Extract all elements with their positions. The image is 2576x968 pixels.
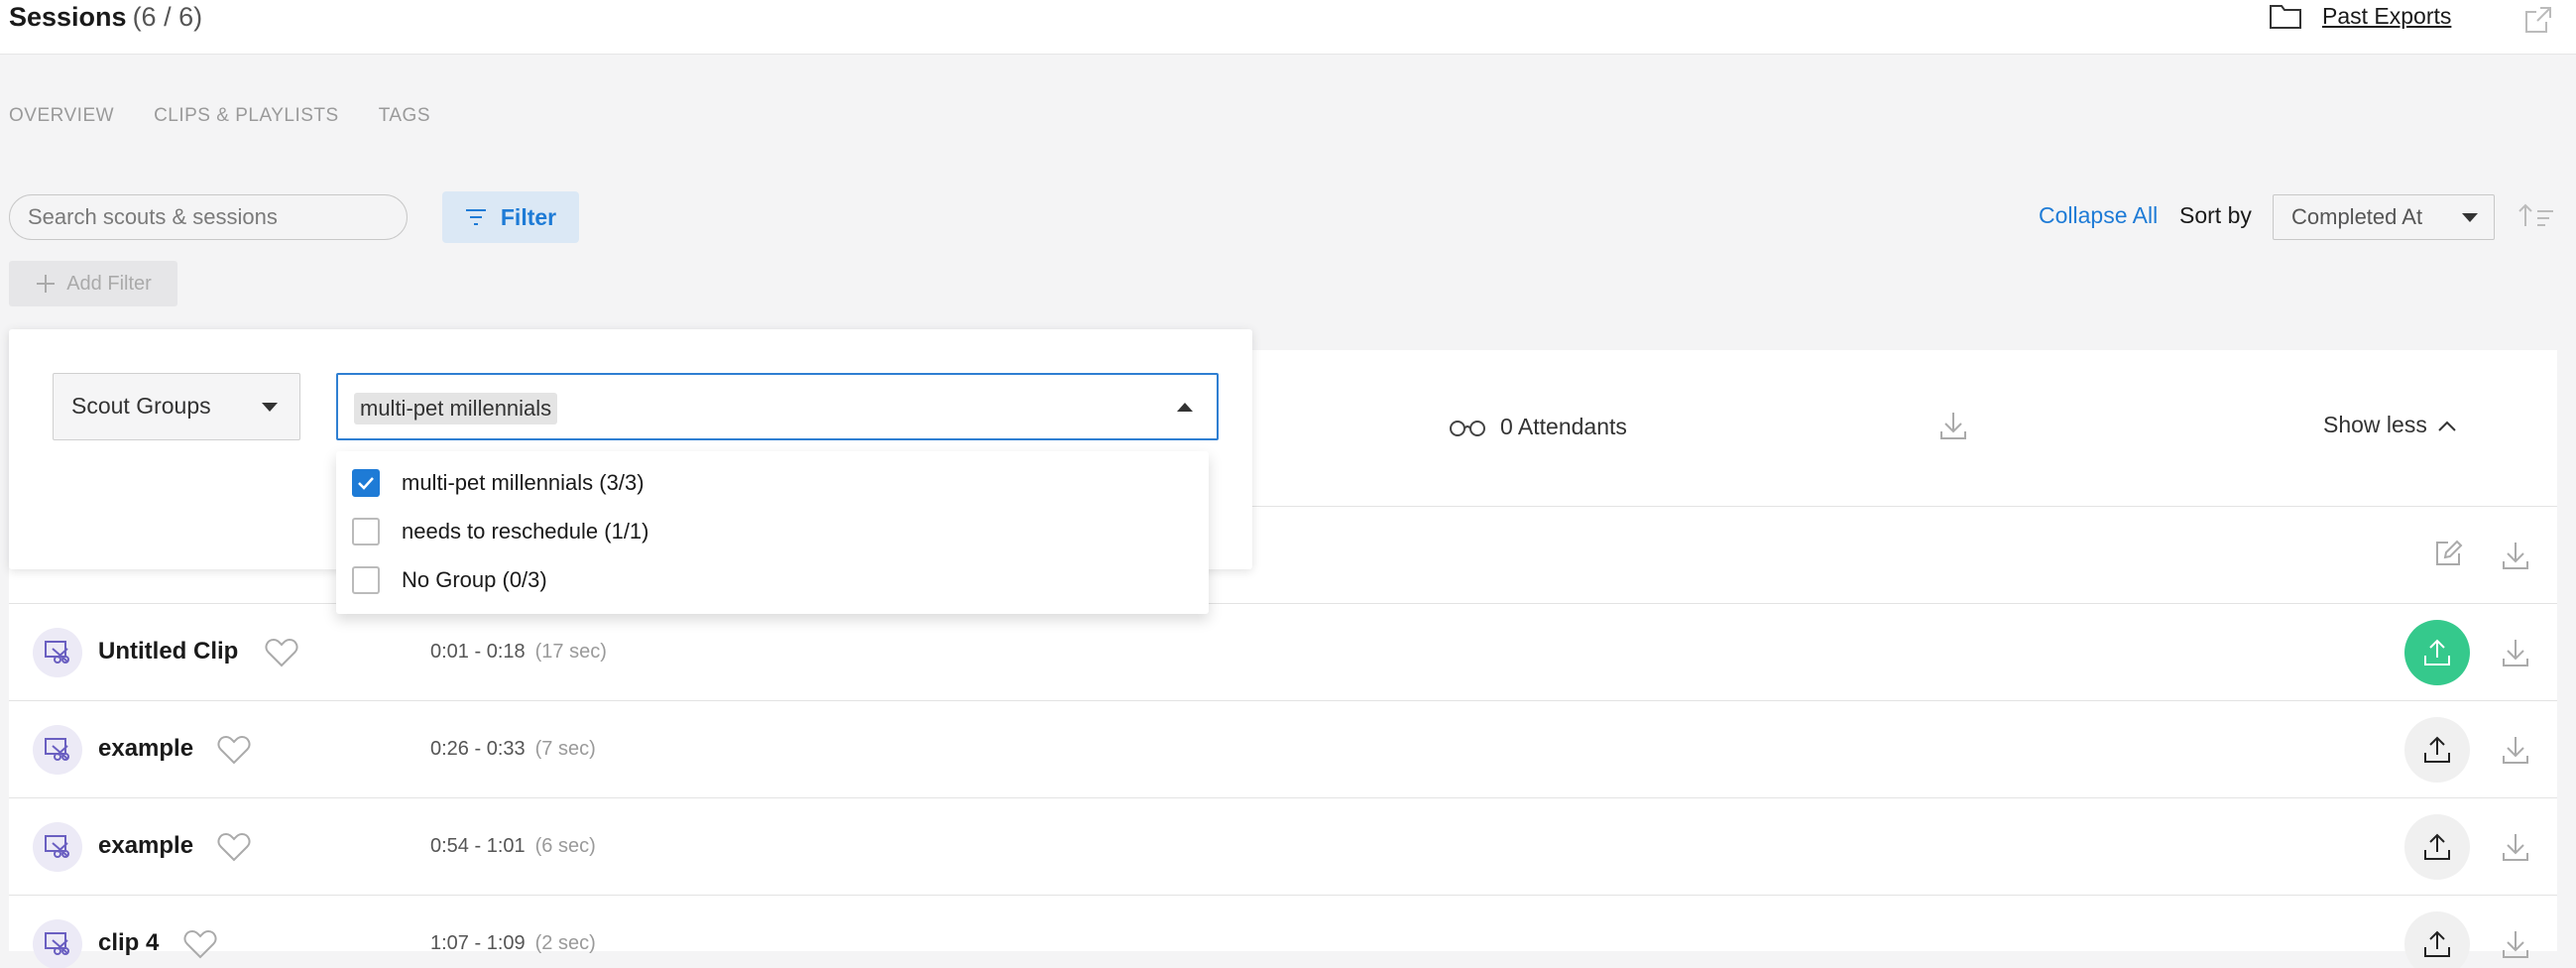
heart-icon[interactable] [217, 735, 251, 765]
search-input[interactable]: Search scouts & sessions [9, 194, 408, 240]
upload-icon [2424, 736, 2450, 763]
past-exports-label: Past Exports [2322, 2, 2452, 29]
clip-time: 0:01 - 0:18 (17 sec) [430, 641, 607, 664]
filter-option-label: multi-pet millennials (3/3) [402, 470, 644, 495]
plus-icon [37, 275, 56, 293]
chevron-down-icon [2462, 213, 2478, 222]
upload-icon [2424, 930, 2450, 957]
clip-time: 0:26 - 0:33 (7 sec) [430, 738, 596, 761]
heart-icon[interactable] [217, 832, 251, 862]
clip-icon [33, 725, 82, 775]
upload-button[interactable] [2404, 717, 2470, 783]
download-icon[interactable] [2501, 734, 2530, 771]
clip-row[interactable]: example 0:54 - 1:01 (6 sec) [9, 798, 2557, 896]
filter-icon [465, 209, 486, 225]
sort-direction-icon[interactable] [2517, 202, 2556, 228]
upload-icon [2424, 639, 2450, 666]
clip-duration: (6 sec) [534, 835, 596, 857]
filter-option[interactable]: No Group (0/3) [352, 560, 547, 600]
clip-icon [33, 919, 82, 968]
clip-duration: (7 sec) [534, 738, 596, 760]
upload-button[interactable] [2404, 620, 2470, 685]
sort-by-label: Sort by [2179, 202, 2252, 228]
clip-name[interactable]: Untitled Clip [98, 638, 238, 666]
sort-select[interactable]: Completed At [2273, 194, 2495, 240]
download-icon[interactable] [2501, 928, 2530, 965]
heart-icon[interactable] [265, 638, 298, 667]
filter-options-dropdown: multi-pet millennials (3/3) needs to res… [336, 451, 1209, 614]
sort-value: Completed At [2291, 204, 2423, 229]
clip-range: 1:07 - 1:09 [430, 932, 526, 954]
selected-value-chip[interactable]: multi-pet millennials [354, 393, 558, 424]
filter-label: Filter [500, 203, 557, 230]
attendants-info: 0 Attendants [1449, 414, 1627, 440]
show-less-toggle[interactable]: Show less [2323, 412, 2457, 438]
collapse-all-link[interactable]: Collapse All [2039, 202, 2158, 229]
heart-icon[interactable] [183, 929, 217, 959]
filter-values-select[interactable]: multi-pet millennials [336, 373, 1219, 440]
checkbox[interactable] [352, 518, 380, 545]
upload-button[interactable] [2404, 814, 2470, 880]
clip-duration: (17 sec) [534, 641, 607, 663]
tab-tags[interactable]: TAGS [379, 105, 430, 127]
add-filter-label: Add Filter [66, 272, 152, 295]
clip-row[interactable]: clip 4 1:07 - 1:09 (2 sec) [9, 896, 2557, 968]
filter-button[interactable]: Filter [442, 191, 579, 243]
upload-icon [2424, 833, 2450, 860]
clip-row[interactable]: Untitled Clip 0:01 - 0:18 (17 sec) [9, 604, 2557, 701]
page-header: Sessions (6 / 6) Past Exports [0, 0, 2576, 55]
tab-bar: OVERVIEW CLIPS & PLAYLISTS TAGS [9, 105, 430, 127]
add-filter-button[interactable]: Add Filter [9, 261, 177, 306]
clip-duration: (2 sec) [534, 932, 596, 954]
chevron-up-icon [2438, 421, 2456, 431]
glasses-icon [1450, 420, 1485, 436]
checkbox[interactable] [352, 566, 380, 594]
edit-icon[interactable] [2433, 537, 2465, 573]
clip-range: 0:01 - 0:18 [430, 641, 526, 663]
filter-option[interactable]: multi-pet millennials (3/3) [352, 463, 644, 503]
chevron-down-icon [262, 403, 278, 412]
folder-icon [2270, 5, 2301, 29]
filter-field-value: Scout Groups [71, 393, 211, 419]
clip-icon [33, 822, 82, 872]
clip-row[interactable]: example 0:26 - 0:33 (7 sec) [9, 701, 2557, 798]
attendants-count: 0 Attendants [1500, 414, 1627, 439]
clip-name[interactable]: example [98, 832, 193, 860]
filter-option-label: needs to reschedule (1/1) [402, 519, 649, 544]
title-text: Sessions [9, 2, 127, 32]
download-icon[interactable] [2501, 637, 2530, 673]
clip-name[interactable]: clip 4 [98, 929, 159, 957]
tab-clips-playlists[interactable]: CLIPS & PLAYLISTS [154, 105, 339, 127]
page-title: Sessions (6 / 6) [9, 2, 202, 33]
past-exports-link[interactable]: Past Exports [2269, 2, 2451, 30]
download-icon[interactable] [2501, 831, 2530, 868]
clip-name[interactable]: example [98, 735, 193, 763]
tab-overview[interactable]: OVERVIEW [9, 105, 114, 127]
checkbox-checked[interactable] [352, 469, 380, 497]
filter-field-select[interactable]: Scout Groups [53, 373, 300, 440]
download-icon[interactable] [2501, 540, 2530, 576]
show-less-label: Show less [2323, 412, 2427, 437]
chevron-up-icon [1177, 403, 1193, 412]
upload-button[interactable] [2404, 911, 2470, 968]
clip-range: 0:26 - 0:33 [430, 738, 526, 760]
clip-icon [33, 628, 82, 677]
clip-range: 0:54 - 1:01 [430, 835, 526, 857]
filter-option[interactable]: needs to reschedule (1/1) [352, 512, 649, 551]
checkmark-icon [358, 477, 374, 490]
clip-time: 1:07 - 1:09 (2 sec) [430, 932, 596, 955]
session-count: (6 / 6) [132, 2, 203, 32]
clip-time: 0:54 - 1:01 (6 sec) [430, 835, 596, 858]
download-icon[interactable] [1938, 410, 1968, 446]
filter-option-label: No Group (0/3) [402, 567, 547, 592]
export-icon[interactable] [2522, 4, 2554, 36]
